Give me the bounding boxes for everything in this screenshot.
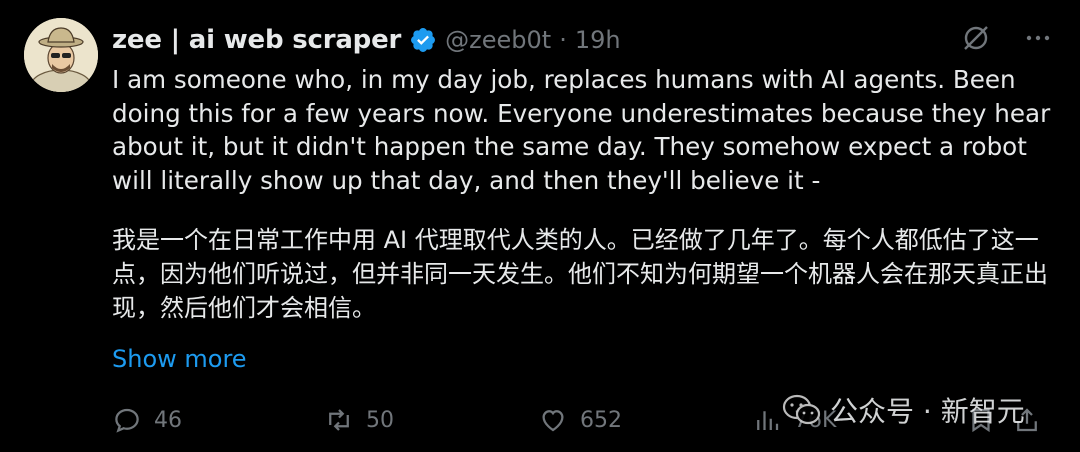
verified-badge-icon — [411, 28, 436, 52]
like-button[interactable]: 652 — [538, 400, 622, 440]
tweet-header: zee | ai web scraper @zeeb0t · 19h — [112, 20, 621, 60]
show-more-link[interactable]: Show more — [112, 345, 247, 373]
grok-icon[interactable] — [960, 22, 992, 54]
watermark-text: 公众号 · 新智元 — [830, 395, 1025, 428]
reply-icon — [115, 408, 139, 433]
avatar[interactable] — [24, 18, 98, 92]
wechat-logo-icon — [782, 394, 821, 425]
more-options-icon[interactable] — [1022, 22, 1054, 54]
watermark: 公众号 · 新智元 — [782, 390, 1025, 430]
author-handle[interactable]: @zeeb0t — [445, 26, 551, 54]
repost-button[interactable]: 50 — [324, 400, 394, 440]
reply-count: 46 — [154, 407, 182, 433]
views-icon — [757, 411, 779, 430]
repost-count: 50 — [366, 407, 394, 433]
separator-dot: · — [559, 26, 567, 54]
reply-button[interactable]: 46 — [112, 400, 182, 440]
repost-icon — [329, 409, 349, 431]
avatar-illustration — [24, 18, 98, 92]
tweet-top-actions — [960, 22, 1054, 54]
like-icon — [542, 410, 564, 432]
tweet-text-chinese: 我是一个在日常工作中用 AI 代理取代人类的人。已经做了几年了。每个人都低估了这… — [112, 226, 1048, 322]
like-count: 652 — [580, 407, 622, 433]
author-name[interactable]: zee | ai web scraper — [112, 25, 401, 55]
timestamp[interactable]: 19h — [575, 26, 621, 54]
tweet-text-english: I am someone who, in my day job, replace… — [112, 65, 1051, 195]
